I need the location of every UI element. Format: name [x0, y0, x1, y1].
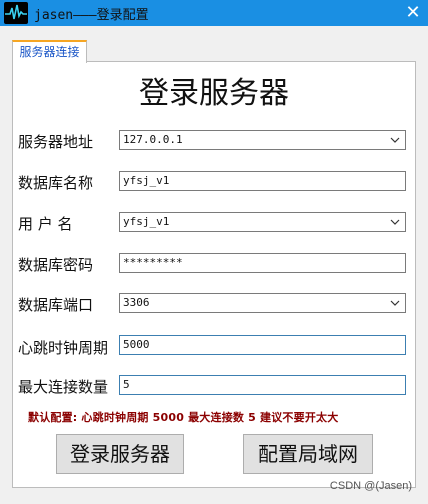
username-value: yfsj_v1 — [123, 215, 170, 228]
max-connections-value: 5 — [123, 378, 130, 391]
page-title: 登录服务器 — [139, 76, 289, 111]
chevron-down-icon[interactable] — [387, 131, 403, 149]
watermark: CSDN @(Jasen) — [329, 480, 412, 492]
username-label: 用 户 名 — [18, 215, 73, 233]
db-name-field[interactable]: yfsj_v1 — [119, 171, 406, 191]
db-port-label: 数据库端口 — [18, 296, 94, 314]
window-title: jasen———登录配置 — [34, 8, 149, 23]
max-connections-label: 最大连接数量 — [18, 378, 109, 396]
username-select[interactable]: yfsj_v1 — [119, 212, 406, 232]
db-name-label: 数据库名称 — [18, 174, 94, 192]
db-port-value: 3306 — [123, 296, 150, 309]
app-heartbeat-icon — [4, 2, 28, 24]
db-name-value: yfsj_v1 — [123, 174, 170, 187]
db-port-select[interactable]: 3306 — [119, 293, 406, 313]
close-button[interactable]: ✕ — [398, 0, 428, 26]
db-password-field[interactable]: ********* — [119, 253, 406, 273]
server-address-value: 127.0.0.1 — [123, 133, 183, 146]
db-password-label: 数据库密码 — [18, 256, 94, 274]
server-address-label: 服务器地址 — [18, 133, 94, 151]
chevron-down-icon[interactable] — [387, 213, 403, 231]
title-bar: jasen———登录配置 ✕ — [0, 0, 428, 26]
login-server-button[interactable]: 登录服务器 — [56, 434, 184, 474]
db-password-value: ********* — [123, 256, 183, 269]
heartbeat-period-value: 5000 — [123, 338, 150, 351]
server-address-select[interactable]: 127.0.0.1 — [119, 130, 406, 150]
default-config-note: 默认配置: 心跳时钟周期 5000 最大连接数 5 建议不要开太大 — [28, 411, 339, 424]
main-panel: 登录服务器 服务器地址 127.0.0.1 数据库名称 yfsj_v1 用 户 … — [12, 61, 416, 488]
heartbeat-period-label: 心跳时钟周期 — [18, 339, 109, 357]
max-connections-field[interactable]: 5 — [119, 375, 406, 395]
heartbeat-period-field[interactable]: 5000 — [119, 335, 406, 355]
close-icon: ✕ — [405, 2, 421, 23]
configure-lan-button[interactable]: 配置局域网 — [243, 434, 373, 474]
tab-server-connection[interactable]: 服务器连接 — [12, 40, 87, 63]
chevron-down-icon[interactable] — [387, 294, 403, 312]
